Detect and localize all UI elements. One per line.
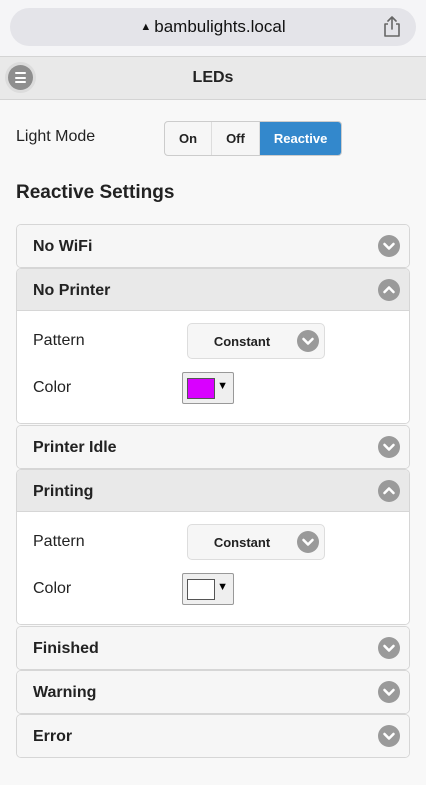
address-bar[interactable]: ▲ bambulights.local — [10, 8, 416, 46]
color-picker[interactable]: ▼ — [182, 372, 234, 404]
collapsible-header-no-printer[interactable]: No Printer — [17, 269, 409, 311]
light-mode-on-button[interactable]: On — [165, 122, 213, 155]
collapsible-header-no-wifi[interactable]: No WiFi — [17, 225, 409, 267]
collapsible-error: Error — [16, 714, 410, 758]
browser-toolbar: ▲ bambulights.local — [0, 0, 426, 56]
pattern-select-value: Constant — [213, 334, 271, 349]
chevron-down-icon[interactable] — [378, 725, 400, 747]
pattern-select[interactable]: Constant — [187, 323, 325, 359]
chevron-down-icon[interactable] — [378, 637, 400, 659]
chevron-down-icon[interactable] — [378, 436, 400, 458]
collapsible-printer-idle: Printer Idle — [16, 425, 410, 469]
collapsible-title: Error — [33, 728, 73, 745]
light-mode-reactive-button[interactable]: Reactive — [259, 122, 342, 155]
pattern-label: Pattern — [33, 332, 85, 349]
collapsible-body-printing: Pattern Constant Color ▼ — [17, 512, 409, 624]
color-label: Color — [33, 379, 72, 396]
collapsible-header-error[interactable]: Error — [17, 715, 409, 757]
pattern-select[interactable]: Constant — [187, 524, 325, 560]
color-swatch — [187, 579, 215, 600]
collapsible-header-finished[interactable]: Finished — [17, 627, 409, 669]
chevron-up-icon[interactable] — [378, 279, 400, 301]
color-picker[interactable]: ▼ — [182, 573, 234, 605]
collapsible-warning: Warning — [16, 670, 410, 714]
collapsible-title: Printing — [33, 483, 94, 500]
light-mode-selector: On Off Reactive — [164, 121, 343, 156]
chevron-down-icon — [297, 531, 319, 553]
collapsible-no-printer: No Printer Pattern Constant Color ▼ — [16, 268, 410, 424]
light-mode-label: Light Mode — [16, 128, 96, 145]
color-swatch — [187, 378, 215, 399]
chevron-up-icon[interactable] — [378, 480, 400, 502]
collapsible-finished: Finished — [16, 626, 410, 670]
dropdown-arrow-icon: ▼ — [217, 581, 228, 593]
pattern-label: Pattern — [33, 533, 85, 550]
collapsible-header-printer-idle[interactable]: Printer Idle — [17, 426, 409, 468]
collapsible-title: No Printer — [33, 282, 111, 299]
collapsible-no-wifi: No WiFi — [16, 224, 410, 268]
color-label: Color — [33, 580, 72, 597]
collapsible-body-no-printer: Pattern Constant Color ▼ — [17, 311, 409, 423]
collapsible-printing: Printing Pattern Constant Color ▼ — [16, 469, 410, 625]
collapsible-title: Warning — [33, 684, 97, 701]
dropdown-arrow-icon: ▼ — [217, 380, 228, 392]
chevron-down-icon[interactable] — [378, 235, 400, 257]
warning-icon: ▲ — [140, 21, 152, 33]
url-text: bambulights.local — [154, 17, 286, 36]
page-title: LEDs — [192, 69, 234, 86]
collapsible-header-warning[interactable]: Warning — [17, 671, 409, 713]
chevron-down-icon — [297, 330, 319, 352]
collapsible-title: No WiFi — [33, 238, 93, 255]
share-icon[interactable] — [382, 16, 402, 38]
collapsible-title: Printer Idle — [33, 439, 117, 456]
reactive-settings-heading: Reactive Settings — [16, 182, 175, 203]
url-display: ▲ bambulights.local — [10, 17, 416, 37]
page-header: LEDs — [0, 56, 426, 100]
pattern-select-value: Constant — [213, 535, 271, 550]
light-mode-off-button[interactable]: Off — [212, 122, 260, 155]
chevron-down-icon[interactable] — [378, 681, 400, 703]
collapsible-header-printing[interactable]: Printing — [17, 470, 409, 512]
collapsible-title: Finished — [33, 640, 99, 657]
